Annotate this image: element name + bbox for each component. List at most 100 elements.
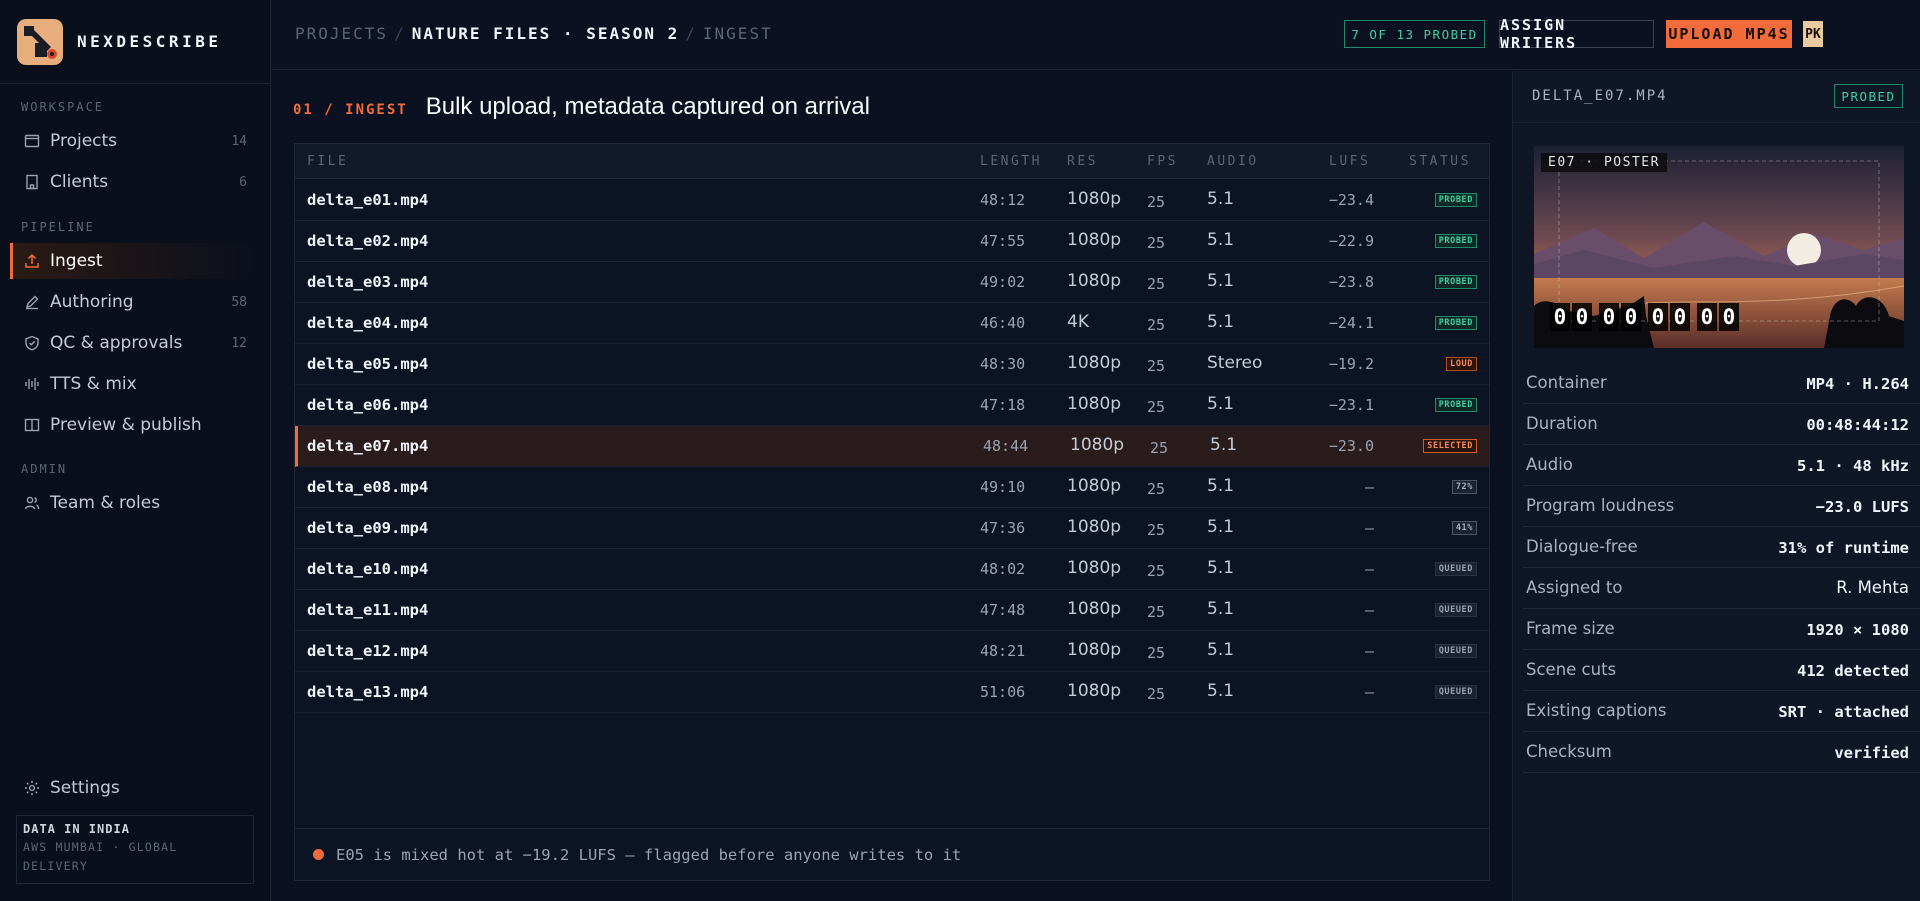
metadata-row: Dialogue-free 31% of runtime (1523, 527, 1920, 568)
sidebar-item-qc-approvals[interactable]: QC & approvals 12 (10, 325, 261, 361)
cell-file: delta_e08.mp4 (307, 478, 429, 496)
column-header-length[interactable]: LENGTH (980, 154, 1042, 169)
breadcrumb-projects[interactable]: PROJECTS (295, 24, 388, 43)
pen-icon (24, 294, 40, 310)
sidebar-item-projects[interactable]: Projects 14 (10, 123, 261, 159)
column-header-lufs[interactable]: LUFS (1329, 154, 1370, 169)
brand[interactable]: NEXDESCRIBE (0, 0, 270, 84)
cell-length: 47:36 (980, 519, 1026, 537)
table-row[interactable]: delta_e09.mp4 47:36 1080p 25 5.1 — 41% (295, 508, 1489, 549)
column-header-fps[interactable]: FPS (1147, 154, 1178, 169)
cell-lufs: — (1364, 601, 1374, 619)
assign-writers-button[interactable]: ASSIGN WRITERS (1499, 16, 1654, 52)
cell-file: delta_e03.mp4 (307, 273, 429, 291)
metadata-key: Audio (1526, 455, 1573, 474)
sidebar-item-clients[interactable]: Clients 6 (10, 164, 261, 200)
cell-fps: 25 (1147, 357, 1166, 375)
cell-length: 47:48 (980, 601, 1026, 619)
cell-res: 1080p (1067, 353, 1122, 373)
folder-icon (24, 133, 40, 149)
table-row[interactable]: delta_e02.mp4 47:55 1080p 25 5.1 −22.9 PROBED (295, 221, 1489, 262)
table-row[interactable]: delta_e07.mp4 48:44 1080p 25 5.1 −23.0 SELECTE… (295, 426, 1489, 467)
table-row[interactable]: delta_e13.mp4 51:06 1080p 25 5.1 — QUEUED (295, 672, 1489, 713)
page-title: Bulk upload, metadata captured on arriva… (425, 93, 870, 120)
cell-res: 1080p (1067, 640, 1122, 660)
sidebar-item-label: Team & roles (50, 493, 161, 513)
poster-frame[interactable]: E07 · POSTER 00000000 (1534, 146, 1904, 348)
sidebar-item-authoring[interactable]: Authoring 58 (10, 284, 261, 320)
table-row[interactable]: delta_e12.mp4 48:21 1080p 25 5.1 — QUEUED (295, 631, 1489, 672)
metadata-key: Existing captions (1526, 701, 1667, 720)
table-row[interactable]: delta_e11.mp4 47:48 1080p 25 5.1 — QUEUED (295, 590, 1489, 631)
cell-res: 1080p (1067, 681, 1122, 701)
cell-fps: 25 (1147, 685, 1166, 703)
cell-length: 48:44 (983, 437, 1029, 455)
breadcrumb-project[interactable]: NATURE FILES · SEASON 2 (412, 24, 680, 43)
cell-lufs: — (1364, 683, 1374, 701)
status-badge: PROBED (1434, 316, 1477, 330)
cell-file: delta_e13.mp4 (307, 683, 429, 701)
metadata-key: Frame size (1526, 619, 1615, 638)
sidebar-item-team-roles[interactable]: Team & roles (10, 485, 261, 521)
cell-lufs: −19.2 (1328, 355, 1374, 373)
sidebar: NEXDESCRIBE WORKSPACE Projects 14 Client… (0, 0, 271, 901)
status-badge: PROBED (1434, 234, 1477, 248)
cell-lufs: — (1364, 642, 1374, 660)
sidebar-item-ingest[interactable]: Ingest (10, 243, 261, 279)
sidebar-item-count: 14 (231, 133, 247, 149)
sidebar-item-tts-mix[interactable]: TTS & mix (10, 366, 261, 402)
cell-fps: 25 (1147, 193, 1166, 211)
table-row[interactable]: delta_e06.mp4 47:18 1080p 25 5.1 −23.1 PROBED (295, 385, 1489, 426)
timecode-digit: 0 (1719, 303, 1739, 331)
users-icon (24, 495, 40, 511)
sidebar-item-preview-publish[interactable]: Preview & publish (10, 407, 261, 443)
upload-mp4s-button[interactable]: UPLOAD MP4S (1666, 20, 1792, 48)
metadata-value: R. Mehta (1836, 578, 1909, 597)
metadata-key: Program loudness (1526, 496, 1675, 515)
table-row[interactable]: delta_e04.mp4 46:40 4K 25 5.1 −24.1 PROBED (295, 303, 1489, 344)
probed-status-badge: 7 OF 13 PROBED (1344, 20, 1485, 48)
waveform-icon (24, 376, 40, 392)
status-badge: 41% (1451, 521, 1477, 535)
table-row[interactable]: delta_e08.mp4 49:10 1080p 25 5.1 — 72% (295, 467, 1489, 508)
table-header: FILE LENGTH RES FPS AUDIO LUFS STATUS (295, 144, 1489, 179)
section-label-pipeline: PIPELINE (21, 220, 95, 234)
sidebar-item-settings[interactable]: Settings (10, 770, 261, 806)
cell-file: delta_e12.mp4 (307, 642, 429, 660)
cell-file: delta_e09.mp4 (307, 519, 429, 537)
column-header-audio[interactable]: AUDIO (1207, 154, 1259, 169)
table-row[interactable]: delta_e05.mp4 48:30 1080p 25 Stereo −19.2 LOUD (295, 344, 1489, 385)
metadata-value: −23.0 LUFS (1815, 498, 1909, 516)
metadata-row: Container MP4 · H.264 (1523, 363, 1920, 404)
column-header-status[interactable]: STATUS (1409, 154, 1471, 169)
metadata-row: Scene cuts 412 detected (1523, 650, 1920, 691)
cell-lufs: −23.0 (1328, 437, 1374, 455)
metadata-key: Scene cuts (1526, 660, 1617, 679)
cell-file: delta_e05.mp4 (307, 355, 429, 373)
data-region-card: DATA IN INDIA AWS MUMBAI · GLOBAL DELIVE… (16, 815, 254, 884)
cell-res: 1080p (1067, 230, 1122, 250)
table-row[interactable]: delta_e03.mp4 49:02 1080p 25 5.1 −23.8 PROBED (295, 262, 1489, 303)
upload-icon (24, 253, 40, 269)
cell-res: 4K (1067, 312, 1089, 332)
avatar[interactable]: PK (1803, 21, 1823, 47)
cell-audio: 5.1 (1207, 476, 1235, 496)
column-header-file[interactable]: FILE (307, 154, 348, 169)
cell-audio: 5.1 (1207, 599, 1235, 619)
column-header-res[interactable]: RES (1067, 154, 1098, 169)
cell-audio: 5.1 (1207, 517, 1235, 537)
detail-header: DELTA_E07.MP4 PROBED (1513, 71, 1920, 123)
cell-file: delta_e02.mp4 (307, 232, 429, 250)
cell-res: 1080p (1067, 558, 1122, 578)
loudness-warning: E05 is mixed hot at −19.2 LUFS — flagged… (295, 828, 1489, 880)
status-badge: QUEUED (1434, 644, 1477, 658)
table-row[interactable]: delta_e01.mp4 48:12 1080p 25 5.1 −23.4 PROBED (295, 180, 1489, 221)
metadata-row: Duration 00:48:44:12 (1523, 404, 1920, 445)
cell-audio: 5.1 (1207, 312, 1235, 332)
region-subtitle: AWS MUMBAI · GLOBAL DELIVERY (23, 840, 178, 873)
timecode-digit: 0 (1621, 303, 1641, 331)
detail-filename: DELTA_E07.MP4 (1532, 88, 1668, 104)
cell-length: 46:40 (980, 314, 1026, 332)
shield-check-icon (24, 335, 40, 351)
table-row[interactable]: delta_e10.mp4 48:02 1080p 25 5.1 — QUEUED (295, 549, 1489, 590)
